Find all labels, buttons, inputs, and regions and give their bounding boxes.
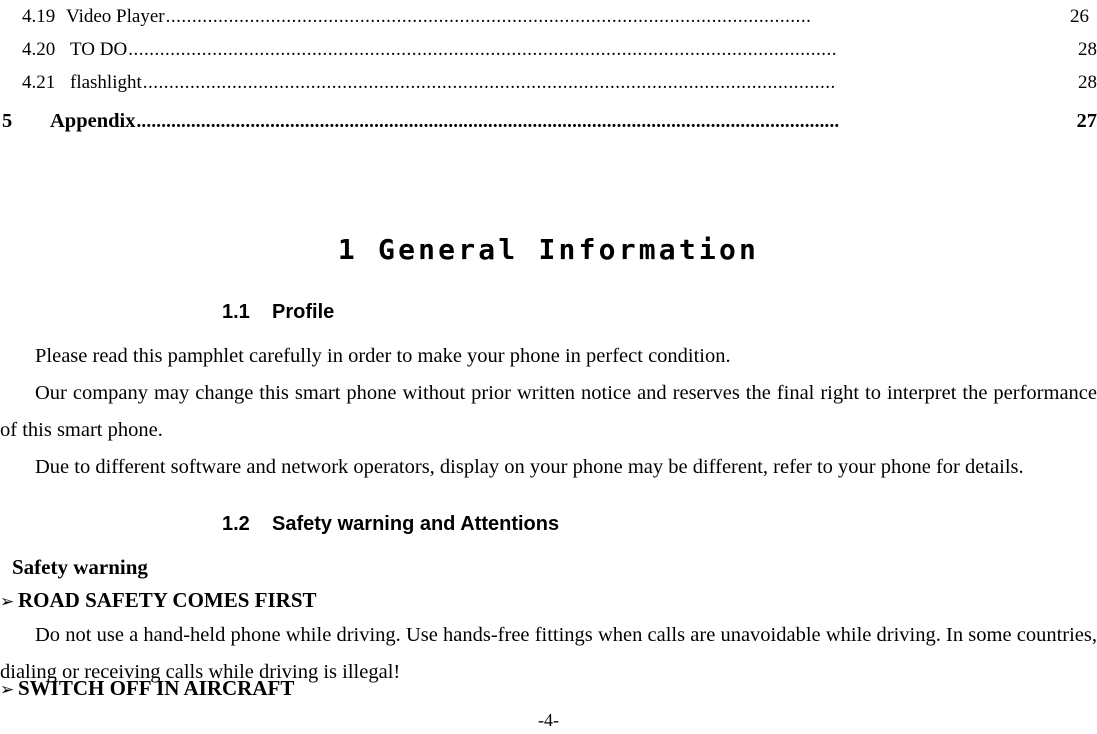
toc-entry-number: 4.20	[22, 39, 56, 60]
safety-bullet-label: ROAD SAFETY COMES FIRST	[18, 588, 317, 612]
safety-bullet-switch-off-aircraft: ➢ SWITCH OFF IN AIRCRAFT	[0, 673, 294, 705]
toc-dot-leader: ........................................…	[136, 111, 840, 132]
toc-page-number: 27	[1076, 110, 1097, 132]
toc-entry-number: 4.19	[22, 6, 56, 27]
section-heading-1-1: 1.1 Profile	[222, 301, 335, 323]
toc-dot-leader: ........................................…	[128, 39, 837, 60]
toc-dot-leader: ........................................…	[165, 6, 812, 27]
toc-entry[interactable]: 4.20 TO DO .............................…	[0, 33, 1097, 66]
arrow-bullet-icon: ➢	[0, 680, 15, 699]
toc-entry-number: 5	[2, 110, 13, 132]
paragraph-text: Please read this pamphlet carefully in o…	[35, 345, 731, 367]
toc-entry[interactable]: 4.19 Video Player ......................…	[0, 0, 1097, 33]
paragraph-text: Due to different software and network op…	[35, 456, 1024, 478]
section-heading-1-2: 1.2 Safety warning and Attentions	[222, 513, 560, 535]
paragraph-profile-3: Due to different software and network op…	[0, 449, 1097, 486]
toc-entry[interactable]: 4.21 flashlight ........................…	[0, 66, 1097, 99]
toc-entry-title: Appendix	[50, 110, 136, 132]
arrow-bullet-icon: ➢	[0, 592, 15, 611]
paragraph-profile-2: Our company may change this smart phone …	[0, 375, 1097, 449]
document-page: 4.19 Video Player ......................…	[0, 0, 1097, 734]
safety-bullet-label: SWITCH OFF IN AIRCRAFT	[18, 676, 295, 700]
table-of-contents: 4.19 Video Player ......................…	[0, 0, 1097, 144]
toc-entry-title: flashlight	[70, 72, 142, 93]
toc-entry-title: Video Player	[66, 6, 165, 27]
paragraph-text: Our company may change this smart phone …	[0, 382, 1097, 441]
safety-warning-subheading: Safety warning	[12, 555, 148, 579]
toc-page-number: 28	[1078, 72, 1097, 93]
toc-entry-title: TO DO	[70, 39, 128, 60]
page-footer: -4-	[538, 710, 559, 730]
chapter-title: 1 General Information	[337, 233, 760, 266]
toc-entry[interactable]: 5 Appendix .............................…	[0, 99, 1097, 144]
toc-entry-number: 4.21	[22, 72, 56, 93]
toc-dot-leader: ........................................…	[142, 72, 836, 93]
toc-page-number: 28	[1078, 39, 1097, 60]
toc-page-number: 26	[1070, 6, 1089, 27]
safety-bullet-road-safety: ➢ ROAD SAFETY COMES FIRST	[0, 585, 317, 617]
paragraph-profile-1: Please read this pamphlet carefully in o…	[0, 338, 1097, 375]
